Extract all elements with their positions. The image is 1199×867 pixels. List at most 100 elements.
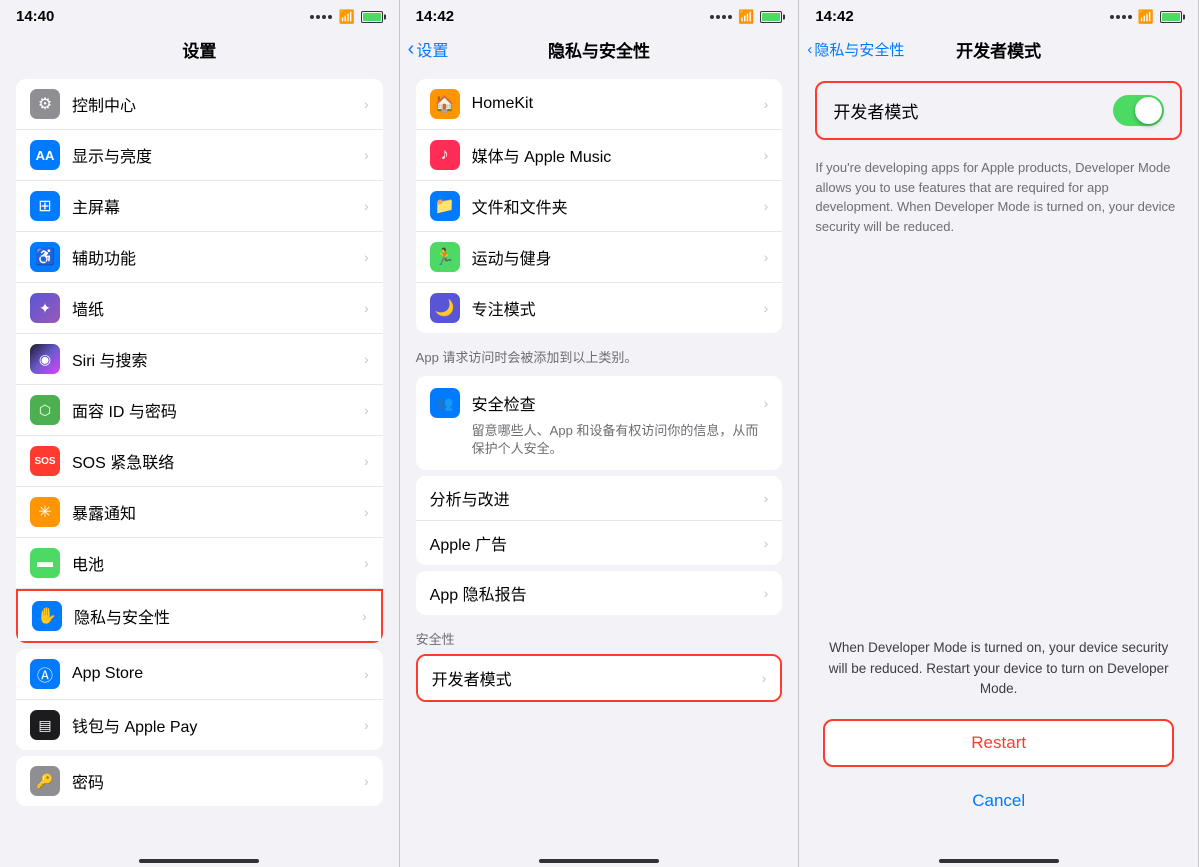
password-icon: 🔑 [30,766,60,796]
list-item-health[interactable]: 🏃 运动与健身 › [416,232,783,283]
list-item-wallet[interactable]: ▤ 钱包与 Apple Pay › [16,700,383,750]
password-label: 密码 [72,769,364,793]
list-item-sos[interactable]: SOS SOS 紧急联络 › [16,436,383,487]
health-icon: 🏃 [430,242,460,272]
list-item-siri[interactable]: ◉ Siri 与搜索 › [16,334,383,385]
battery-icon: ▬ [30,548,60,578]
developer-mode-description: If you're developing apps for Apple prod… [799,148,1198,250]
settings-list: ⚙ 控制中心 › AA 显示与亮度 › ⊞ 主屏幕 › [0,73,399,847]
focus-icon: 🌙 [430,293,460,323]
nav-bar-1: 设置 [0,29,399,73]
time-3: 14:42 [815,8,853,25]
faceid-label: 面容 ID 与密码 [72,398,364,422]
privacy-section-1: 🏠 HomeKit › ♪ 媒体与 Apple Music › 📁 文件和文件夹… [416,79,783,333]
display-label: 显示与亮度 [72,143,364,167]
list-item-battery[interactable]: ▬ 电池 › [16,538,383,589]
list-item-wallpaper[interactable]: ✦ 墙纸 › [16,283,383,334]
list-item-safety[interactable]: 👥 安全检查 › 留意哪些人、App 和设备有权访问你的信息，从而保护个人安全。 [416,376,783,470]
wallpaper-icon: ✦ [30,293,60,323]
chevron-icon: › [764,395,769,411]
chevron-icon: › [764,147,769,163]
status-icons-1: 📶 [310,9,382,25]
breadcrumb-3[interactable]: ‹ 隐私与安全性 [807,39,904,60]
back-arrow-icon-3: ‹ [807,41,812,58]
developer-mode-section: 开发者模式 › [416,654,783,702]
display-icon: AA [30,140,60,170]
list-item-privacy-report[interactable]: App 隐私报告 › [416,571,783,615]
files-label: 文件和文件夹 [472,194,764,218]
restart-button[interactable]: Restart [823,719,1174,767]
siri-label: Siri 与搜索 [72,347,364,371]
developer-main: 开发者模式 [799,73,1198,148]
developer-mode-toggle-row: 开发者模式 [815,81,1182,140]
page-title-1: 设置 [182,37,216,62]
chevron-icon: › [764,490,769,506]
back-button-2[interactable]: ‹ 设置 [408,37,449,61]
appstore-icon: Ⓐ [30,659,60,689]
list-item-exposure[interactable]: ✳ 暴露通知 › [16,487,383,538]
developer-mode-toggle[interactable] [1113,95,1164,126]
list-item-ads[interactable]: Apple 广告 › [416,521,783,565]
chevron-icon: › [364,198,369,214]
battery-icon-3 [1160,11,1182,23]
list-item-faceid[interactable]: ⬡ 面容 ID 与密码 › [16,385,383,436]
wallet-label: 钱包与 Apple Pay [72,713,364,737]
chevron-icon: › [764,249,769,265]
safety-section: 👥 安全检查 › 留意哪些人、App 和设备有权访问你的信息，从而保护个人安全。 [416,376,783,470]
home-label: 主屏幕 [72,194,364,218]
page-title-2: 隐私与安全性 [548,37,650,62]
list-item-focus[interactable]: 🌙 专注模式 › [416,283,783,333]
signal-dots-2 [710,15,732,19]
cancel-button[interactable]: Cancel [823,779,1174,823]
faceid-icon: ⬡ [30,395,60,425]
chevron-icon: › [364,96,369,112]
list-item-display[interactable]: AA 显示与亮度 › [16,130,383,181]
chevron-icon: › [364,300,369,316]
list-item-music[interactable]: ♪ 媒体与 Apple Music › [416,130,783,181]
sos-label: SOS 紧急联络 [72,449,364,473]
developer-mode-row-label: 开发者模式 [833,98,918,123]
wallpaper-label: 墙纸 [72,296,364,320]
developer-content-wrapper: 开发者模式 If you're developing apps for Appl… [799,73,1198,847]
control-icon: ⚙ [30,89,60,119]
chevron-icon: › [364,453,369,469]
chevron-icon: › [362,608,367,624]
list-item-developer-mode[interactable]: 开发者模式 › [418,656,781,700]
status-icons-3: 📶 [1110,9,1182,25]
developer-mode-label: 开发者模式 [432,666,762,690]
signal-dots-1 [310,15,332,19]
list-item-accessibility[interactable]: ♿ 辅助功能 › [16,232,383,283]
chevron-icon: › [364,504,369,520]
home-indicator-1 [0,847,399,867]
chevron-icon: › [764,585,769,601]
nav-bar-2: ‹ 设置 隐私与安全性 [400,29,799,73]
home-indicator-2 [400,847,799,867]
battery-icon-1 [361,11,383,23]
list-item-control[interactable]: ⚙ 控制中心 › [16,79,383,130]
chevron-icon: › [764,300,769,316]
status-bar-3: 14:42 📶 [799,0,1198,29]
list-item-home[interactable]: ⊞ 主屏幕 › [16,181,383,232]
back-label-2: 设置 [416,37,448,61]
list-item-appstore[interactable]: Ⓐ App Store › [16,649,383,700]
privacy-content: 🏠 HomeKit › ♪ 媒体与 Apple Music › 📁 文件和文件夹… [400,73,799,847]
battery-label: 电池 [72,551,364,575]
analytics-label: 分析与改进 [430,486,764,510]
chevron-icon: › [364,666,369,682]
status-bar-2: 14:42 📶 [400,0,799,29]
list-item-privacy[interactable]: ✋ 隐私与安全性 › [16,589,383,643]
wallet-icon: ▤ [30,710,60,740]
settings-section-1: ⚙ 控制中心 › AA 显示与亮度 › ⊞ 主屏幕 › [16,79,383,643]
list-item-files[interactable]: 📁 文件和文件夹 › [416,181,783,232]
breadcrumb-back-label: 隐私与安全性 [814,39,904,60]
chevron-icon: › [762,670,767,686]
exposure-label: 暴露通知 [72,500,364,524]
toggle-knob [1135,97,1162,124]
settings-section-2: Ⓐ App Store › ▤ 钱包与 Apple Pay › [16,649,383,750]
safety-label: 安全检查 [472,391,764,415]
accessibility-icon: ♿ [30,242,60,272]
list-item-password[interactable]: 🔑 密码 › [16,756,383,806]
list-item-analytics[interactable]: 分析与改进 › [416,476,783,521]
list-item-homekit[interactable]: 🏠 HomeKit › [416,79,783,130]
signal-dots-3 [1110,15,1132,19]
